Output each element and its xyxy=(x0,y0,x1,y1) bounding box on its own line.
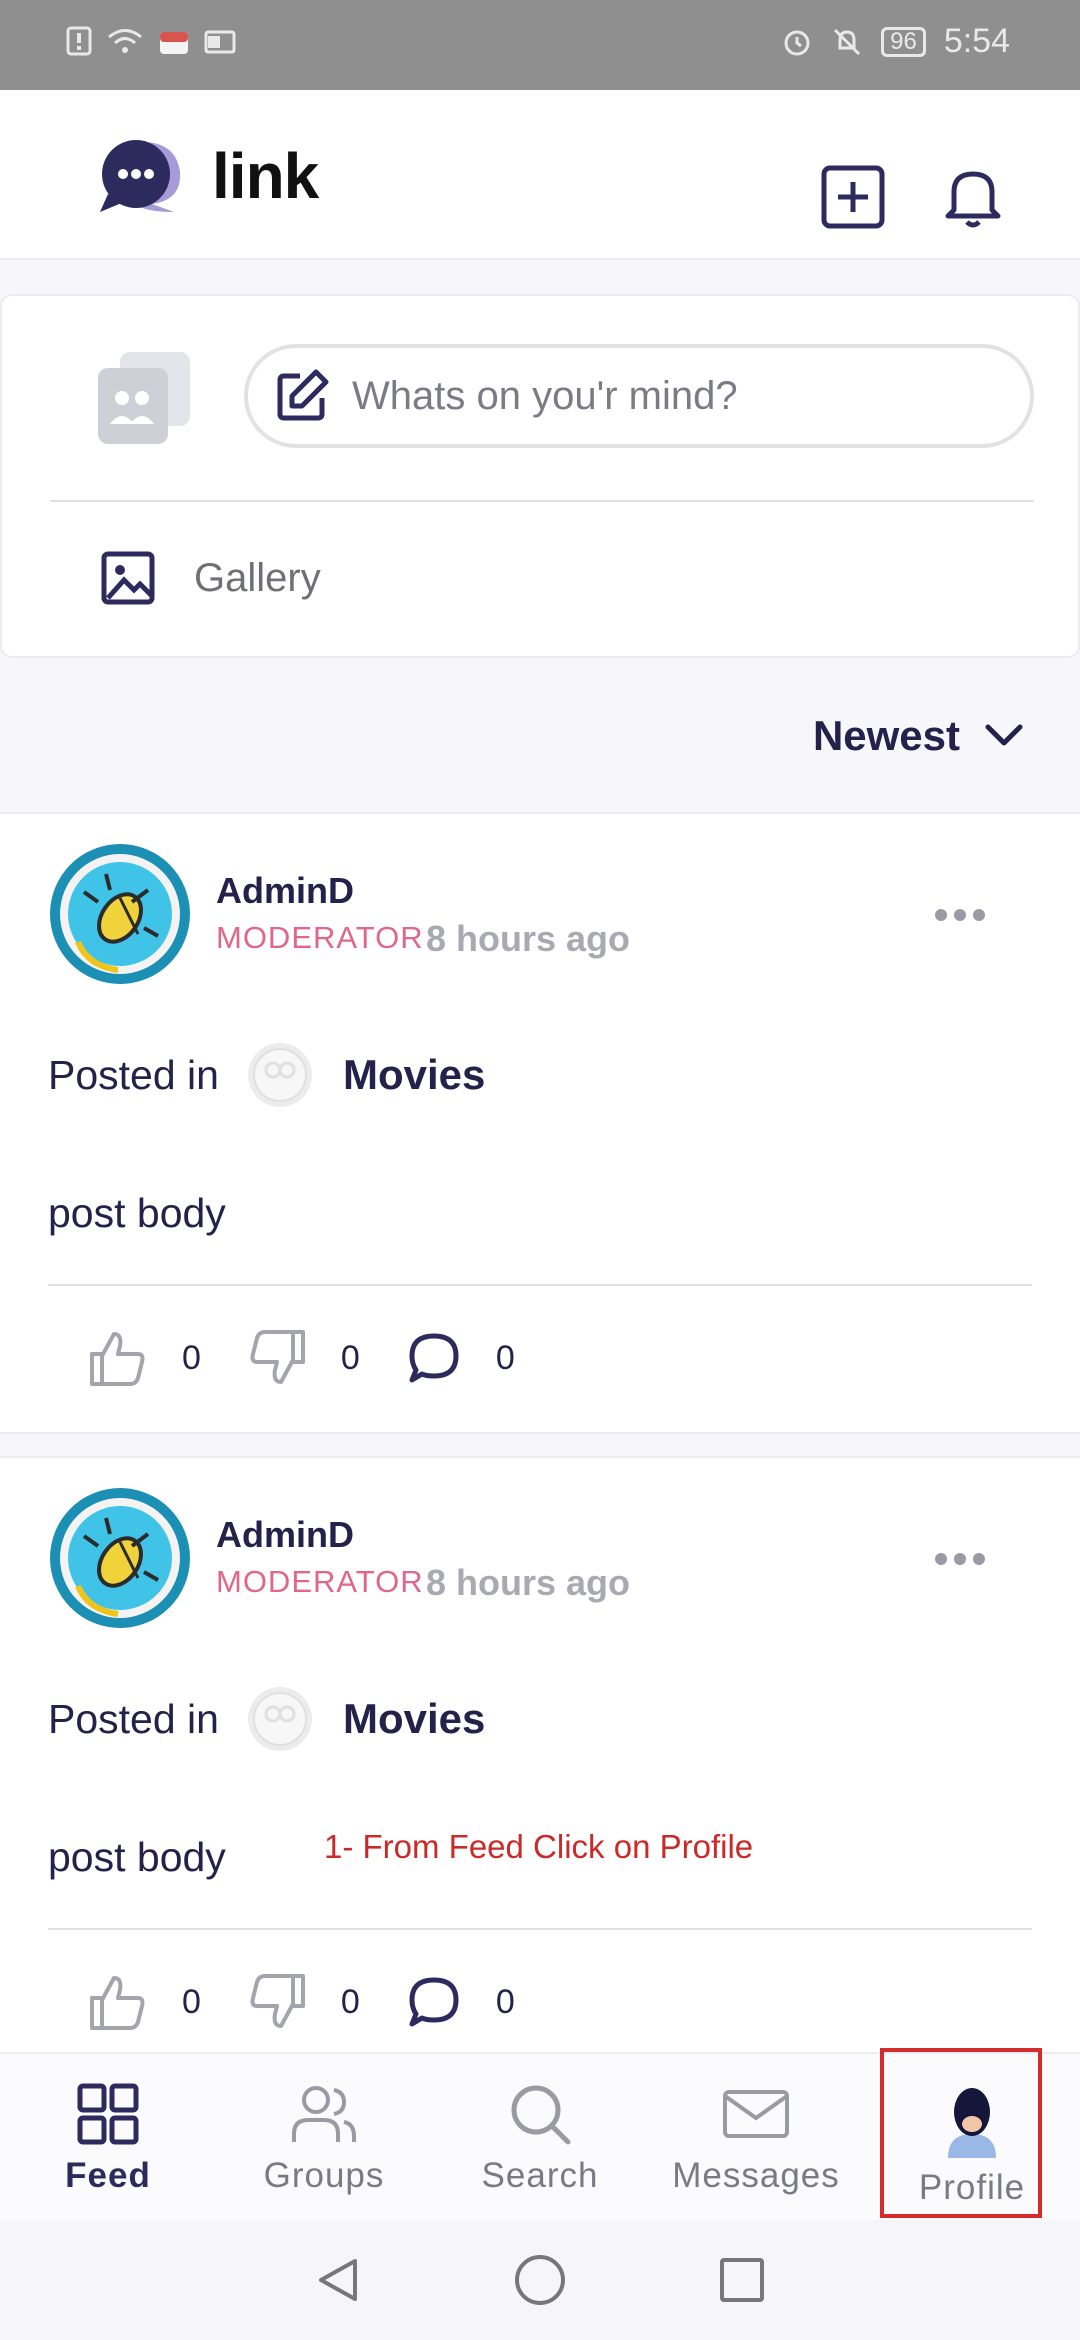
more-options-icon[interactable] xyxy=(934,1552,986,1566)
post-author[interactable]: AdminD xyxy=(216,1514,354,1556)
edit-icon xyxy=(277,369,329,421)
app-header: link xyxy=(0,90,1080,260)
nav-feed-label: Feed xyxy=(65,2156,151,2195)
nav-groups-label: Groups xyxy=(263,2156,385,2195)
home-icon[interactable] xyxy=(513,2253,567,2307)
post-actions: 0 0 0 xyxy=(88,1328,561,1388)
composer-divider xyxy=(50,500,1034,502)
post-divider xyxy=(48,1928,1032,1930)
thumbs-down-icon[interactable] xyxy=(247,1328,307,1388)
nav-search-label: Search xyxy=(481,2156,599,2195)
nav-groups[interactable]: Groups xyxy=(216,2054,432,2222)
role-badge: MODERATOR xyxy=(216,920,424,955)
group-icon xyxy=(247,1043,312,1107)
post-author[interactable]: AdminD xyxy=(216,870,354,912)
alarm-icon xyxy=(784,30,810,55)
mute-icon xyxy=(834,28,861,55)
nav-search[interactable]: Search xyxy=(432,2054,648,2222)
sort-dropdown[interactable]: Newest xyxy=(813,712,1024,760)
post-body: post body xyxy=(48,1190,226,1236)
notification-bell-icon[interactable] xyxy=(938,162,1008,232)
image-icon xyxy=(101,551,155,605)
comment-icon[interactable] xyxy=(406,1974,462,2030)
dislike-count: 0 xyxy=(340,1982,360,2021)
wifi-icon xyxy=(108,29,142,53)
gallery-label: Gallery xyxy=(194,555,321,600)
annotation-highlight-box xyxy=(880,2048,1042,2218)
recents-icon[interactable] xyxy=(717,2255,767,2305)
search-icon xyxy=(511,2085,571,2145)
comment-count: 0 xyxy=(495,1338,515,1377)
composer-placeholder: Whats on you'r mind? xyxy=(352,373,738,418)
dislike-count: 0 xyxy=(340,1338,360,1377)
post-card: AdminD MODERATOR 8 hours ago Posted in M… xyxy=(0,1456,1080,2056)
post-actions: 0 0 0 xyxy=(88,1972,561,2032)
comment-count: 0 xyxy=(495,1982,515,2021)
status-bar: 96 5:54 xyxy=(0,0,1080,90)
outlook-icon xyxy=(204,30,236,54)
author-avatar[interactable] xyxy=(48,1486,192,1630)
post-timestamp: 8 hours ago xyxy=(426,918,631,959)
annotation-instruction: 1- From Feed Click on Profile xyxy=(324,1828,754,1865)
back-icon[interactable] xyxy=(313,2255,363,2305)
thumbs-up-icon[interactable] xyxy=(88,1972,148,2032)
group-link[interactable]: Movies xyxy=(343,1051,485,1099)
group-icon xyxy=(247,1687,312,1751)
group-link[interactable]: Movies xyxy=(343,1695,485,1743)
more-options-icon[interactable] xyxy=(934,908,986,922)
posted-in-label: Posted in xyxy=(48,1051,219,1098)
nav-feed[interactable]: Feed xyxy=(0,2054,216,2222)
battery-indicator: 96 xyxy=(881,26,926,57)
gallery-button[interactable]: Gallery xyxy=(100,550,321,606)
post-body: post body xyxy=(48,1834,226,1880)
users-icon xyxy=(292,2086,356,2142)
app-notification-icon xyxy=(160,32,188,54)
whats-on-your-mind-input[interactable]: Whats on you'r mind? xyxy=(244,344,1034,448)
posted-in-row: Posted in Movies xyxy=(48,1686,485,1752)
post-composer: Whats on you'r mind? Gallery xyxy=(0,294,1080,658)
create-post-icon[interactable] xyxy=(818,162,888,232)
app-logo: link xyxy=(96,138,319,214)
status-icons-right: 96 5:54 xyxy=(781,22,1010,61)
logo-text: link xyxy=(212,140,319,212)
system-navigation-bar xyxy=(0,2220,1080,2340)
clock: 5:54 xyxy=(943,22,1010,60)
grid-icon xyxy=(77,2083,139,2145)
chat-bubble-logo-icon xyxy=(100,140,181,212)
posted-in-row: Posted in Movies xyxy=(48,1042,485,1108)
nav-messages[interactable]: Messages xyxy=(648,2054,864,2222)
user-placeholder-icon xyxy=(98,352,190,444)
nav-messages-label: Messages xyxy=(672,2156,840,2195)
sim-alert-icon xyxy=(66,26,92,56)
posted-in-label: Posted in xyxy=(48,1695,219,1742)
author-avatar[interactable] xyxy=(48,842,192,986)
sort-label: Newest xyxy=(812,712,960,759)
post-divider xyxy=(48,1284,1032,1286)
like-count: 0 xyxy=(182,1338,201,1377)
status-icons-left xyxy=(66,26,236,56)
comment-icon[interactable] xyxy=(406,1330,462,1386)
like-count: 0 xyxy=(182,1982,201,2021)
thumbs-down-icon[interactable] xyxy=(247,1972,307,2032)
mail-icon xyxy=(723,2090,789,2138)
post-card: AdminD MODERATOR 8 hours ago Posted in M… xyxy=(0,812,1080,1434)
thumbs-up-icon[interactable] xyxy=(88,1328,148,1388)
post-timestamp: 8 hours ago xyxy=(426,1562,631,1603)
chevron-down-icon xyxy=(985,724,1023,746)
role-badge: MODERATOR xyxy=(216,1564,424,1599)
